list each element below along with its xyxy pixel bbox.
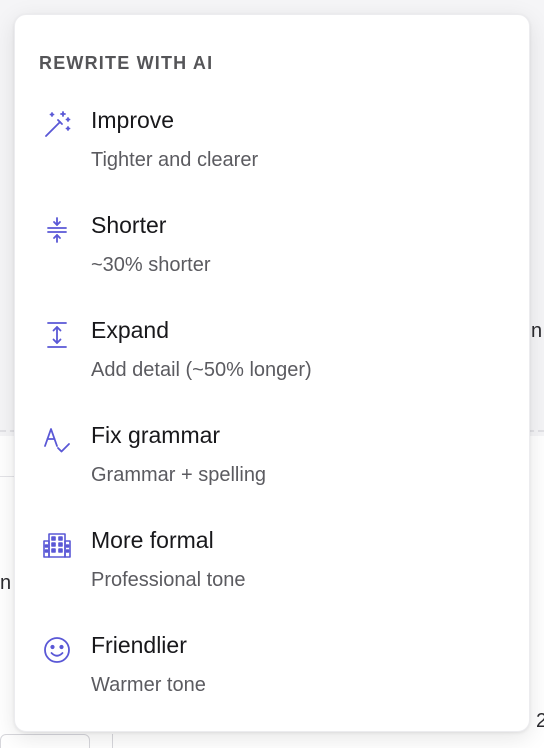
menu-item-label: Improve	[91, 107, 175, 133]
compress-vertical-icon	[41, 214, 73, 246]
rewrite-ai-popover: REWRITE WITH AI Improve Tighter and clea…	[14, 14, 530, 732]
expand-vertical-icon	[41, 319, 73, 351]
menu-item-expand[interactable]: Expand Add detail (~50% longer)	[15, 313, 529, 418]
menu-item-description: Professional tone	[91, 569, 246, 591]
background-separator	[112, 734, 113, 748]
menu-item-label: More formal	[91, 527, 214, 553]
menu-item-description: Grammar + spelling	[91, 464, 267, 486]
menu-item-more-formal[interactable]: More formal Professional tone	[15, 523, 529, 628]
popover-title: REWRITE WITH AI	[39, 53, 214, 73]
background-text-fragment: n	[0, 572, 12, 594]
menu-item-description: Add detail (~50% longer)	[91, 359, 312, 381]
menu-item-friendlier[interactable]: Friendlier Warmer tone	[15, 628, 529, 733]
menu-item-label: Friendlier	[91, 632, 187, 658]
menu-item-label: Shorter	[91, 212, 167, 238]
magic-wand-icon	[41, 109, 73, 141]
rewrite-options-menu: Improve Tighter and clearer Shorter ~30%…	[15, 103, 529, 733]
menu-item-shorter[interactable]: Shorter ~30% shorter	[15, 208, 529, 313]
smile-icon	[41, 634, 73, 666]
menu-item-description: ~30% shorter	[91, 254, 211, 276]
menu-item-label: Fix grammar	[91, 422, 221, 448]
menu-item-label: Expand	[91, 317, 170, 343]
background-control	[0, 734, 90, 748]
menu-item-improve[interactable]: Improve Tighter and clearer	[15, 103, 529, 208]
menu-item-fix-grammar[interactable]: Fix grammar Grammar + spelling	[15, 418, 529, 523]
menu-item-description: Tighter and clearer	[91, 149, 259, 171]
spell-check-icon	[41, 424, 73, 456]
building-icon	[41, 529, 73, 561]
background-text-fragment: 2	[536, 710, 544, 732]
background-text-fragment: n	[531, 320, 543, 342]
menu-item-description: Warmer tone	[91, 674, 206, 696]
